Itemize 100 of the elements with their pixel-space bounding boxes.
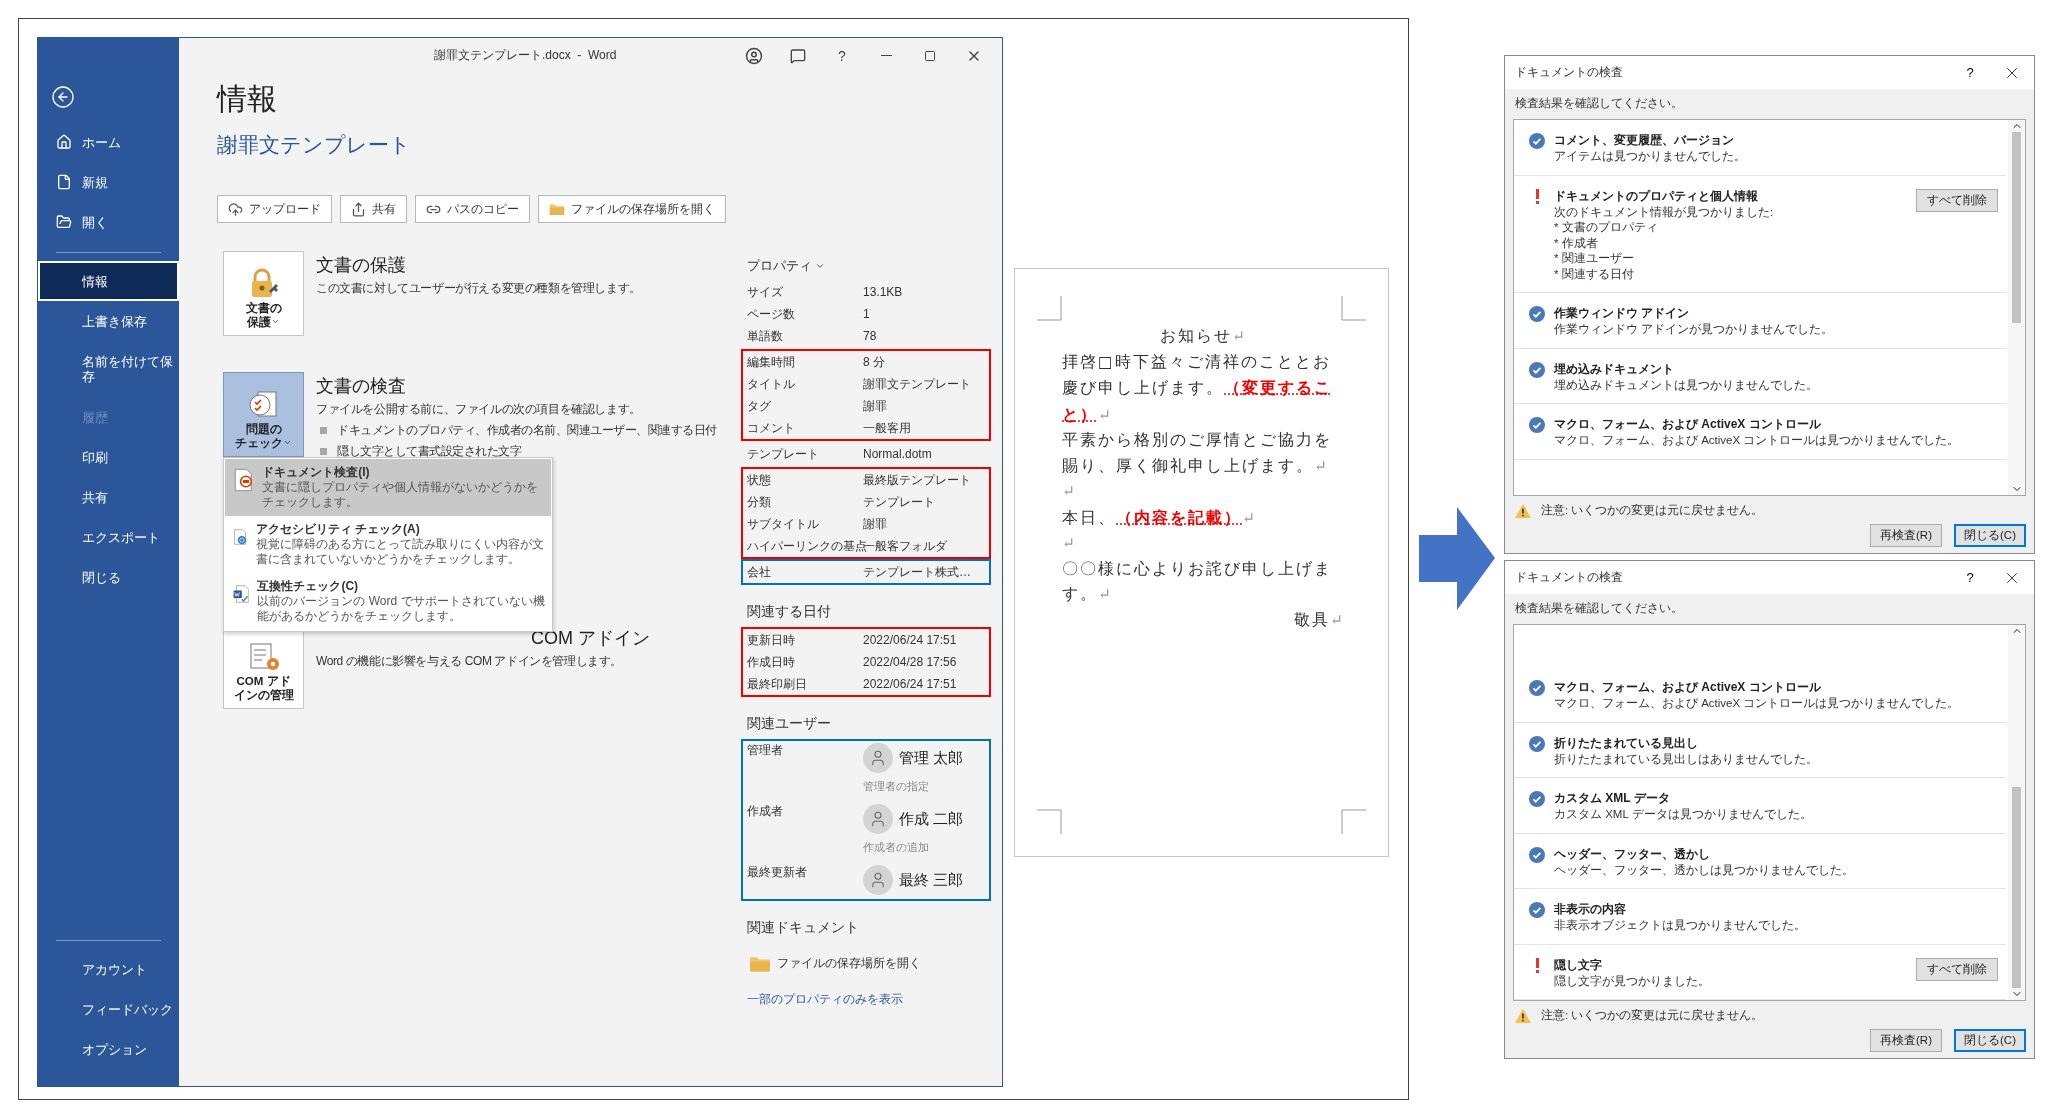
caret-icon bbox=[283, 438, 292, 447]
show-fewer-link[interactable]: 一部のプロパティのみを表示 bbox=[747, 990, 991, 1008]
sidebar-item[interactable]: 共有 bbox=[38, 477, 179, 517]
sidebar-item[interactable]: 印刷 bbox=[38, 437, 179, 477]
avatar-icon bbox=[863, 804, 893, 834]
section-description: この文書に対してユーザーが行える変更の種類を管理します。 bbox=[316, 280, 641, 297]
dialog-button[interactable]: 閉じる(C) bbox=[1954, 1029, 2026, 1052]
window-title: 謝罪文テンプレート.docx - Word bbox=[434, 47, 617, 64]
property-label: サブタイトル bbox=[746, 516, 820, 532]
user-name[interactable]: 管理 太郎 bbox=[899, 748, 964, 768]
result-title: 埋め込みドキュメント bbox=[1554, 360, 1675, 378]
document-paragraph: 拝啓□時下益々ご清祥のこととお慶び申し上げます。（変更すること）↵ bbox=[1062, 351, 1333, 426]
section-description: ファイルを公開する前に、ファイルの次の項目を確認します。 bbox=[316, 401, 642, 418]
section-description: Word の機能に影響を与える COM アドインを管理します。 bbox=[316, 653, 624, 670]
result-title: 隠し文字 bbox=[1554, 956, 1603, 974]
property-value: 2022/06/24 17:51 bbox=[863, 633, 957, 647]
result-text: * 関連する日付 bbox=[1554, 266, 1635, 282]
document-paragraph: 敬具↵ bbox=[1293, 609, 1345, 631]
action-button[interactable]: ファイルの保存場所を開く bbox=[538, 195, 726, 223]
avatar-icon bbox=[863, 743, 893, 773]
dialog-button[interactable]: 再検査(R) bbox=[1870, 524, 1942, 547]
document-paragraph: ↵ bbox=[1062, 481, 1078, 502]
sidebar-item[interactable]: 新規 bbox=[38, 162, 179, 202]
section-tile-button[interactable]: 文書の 保護 bbox=[223, 251, 304, 336]
result-title: 折りたたまれている見出し bbox=[1554, 734, 1699, 752]
section-heading: 関連する日付 bbox=[747, 603, 832, 621]
sidebar-item[interactable]: フィードバック bbox=[38, 989, 179, 1029]
minimize-icon bbox=[880, 54, 892, 57]
open-location-link[interactable]: ファイルの保存場所を開く bbox=[749, 955, 991, 973]
result-text: マクロ、フォーム、および ActiveX コントロールは見つかりませんでした。 bbox=[1554, 433, 1961, 448]
sidebar-item[interactable]: 閉じる bbox=[38, 557, 179, 597]
caret-icon bbox=[271, 317, 280, 326]
property-value: Normal.dotm bbox=[863, 447, 932, 461]
sidebar-item[interactable]: オプション bbox=[38, 1029, 179, 1069]
section-tile-button[interactable]: 問題の チェック bbox=[223, 372, 304, 457]
document-paragraph: ↵ bbox=[1062, 533, 1078, 554]
property-value: テンプレート bbox=[863, 493, 935, 511]
remove-all-button[interactable]: すべて削除 bbox=[1916, 957, 1998, 981]
properties-header[interactable]: プロパティ bbox=[747, 257, 991, 275]
user-name[interactable]: 作成 二郎 bbox=[899, 809, 964, 829]
remove-all-button[interactable]: すべて削除 bbox=[1916, 188, 1998, 212]
property-value: 1 bbox=[863, 307, 870, 321]
property-label: 管理者 bbox=[746, 743, 784, 758]
result-text: マクロ、フォーム、および ActiveX コントロールは見つかりませんでした。 bbox=[1554, 696, 1961, 711]
section-heading: 関連ユーザー bbox=[747, 715, 832, 733]
section-heading: 関連ドキュメント bbox=[747, 919, 860, 937]
help-button[interactable]: ? bbox=[1950, 64, 1990, 81]
property-label: 編集時間 bbox=[746, 354, 796, 370]
warning-text: 注意: いくつかの変更は元に戻せません。 bbox=[1541, 503, 1764, 518]
menu-item-description: 視覚に障碍のある方にとって読み取りにくい内容が文書に含まれていないかどうかをチェックします。 bbox=[255, 537, 545, 567]
help-button[interactable]: ? bbox=[1950, 569, 1990, 586]
menu-item-title: アクセシビリティ チェック(A) bbox=[255, 521, 421, 537]
dialog-prompt: 検査結果を確認してください。 bbox=[1514, 601, 1684, 616]
section-title: 文書の検査 bbox=[316, 375, 407, 398]
property-label: 状態 bbox=[746, 472, 772, 488]
result-text: * 作成者 bbox=[1554, 235, 1599, 251]
document-title: 謝罪文テンプレート bbox=[217, 132, 412, 158]
sidebar-item[interactable]: 名前を付けて保存 bbox=[38, 341, 179, 397]
dialog-prompt: 検査結果を確認してください。 bbox=[1514, 96, 1684, 111]
document-paragraph: 〇〇様に心よりお詫び申し上げます。↵ bbox=[1062, 558, 1333, 605]
sidebar-item[interactable]: アカウント bbox=[38, 949, 179, 989]
result-title: ヘッダー、フッター、透かし bbox=[1554, 845, 1711, 863]
page-heading: 情報 bbox=[217, 81, 278, 117]
scrollbar[interactable] bbox=[2008, 625, 2025, 1000]
property-label: コメント bbox=[746, 420, 796, 436]
property-label: タグ bbox=[746, 398, 772, 414]
dialog-title: ドキュメントの検査 bbox=[1515, 570, 1623, 585]
property-label: 作成日時 bbox=[746, 654, 796, 670]
bullet-icon bbox=[320, 448, 327, 455]
scrollbar[interactable] bbox=[2008, 120, 2025, 495]
user-name[interactable]: 最終 三郎 bbox=[899, 870, 964, 890]
result-title: 作業ウィンドウ アドイン bbox=[1554, 305, 1691, 322]
property-value: 謝罪文テンプレート bbox=[863, 375, 971, 393]
folder-icon bbox=[56, 214, 72, 230]
result-text: 非表示オブジェクトは見つかりませんでした。 bbox=[1554, 918, 1807, 933]
help-button[interactable]: ? bbox=[820, 40, 864, 71]
property-value: 2022/04/28 17:56 bbox=[863, 655, 957, 669]
sidebar-item[interactable]: ホーム bbox=[38, 122, 179, 162]
sidebar-item[interactable]: 情報 bbox=[38, 261, 179, 301]
property-value: テンプレート株式… bbox=[863, 563, 971, 581]
action-button[interactable]: 共有 bbox=[340, 195, 407, 223]
result-title: ドキュメントのプロパティと個人情報 bbox=[1554, 187, 1759, 205]
sidebar-item[interactable]: エクスポート bbox=[38, 517, 179, 557]
action-button[interactable]: パスのコピー bbox=[415, 195, 530, 223]
menu-item[interactable]: ドキュメント検査(I) 文書に隠しプロパティや個人情報がないかどうかをチェックします。 bbox=[225, 459, 551, 516]
result-text: * 関連ユーザー bbox=[1554, 251, 1635, 266]
property-label: 更新日時 bbox=[746, 632, 796, 648]
right-arrow-icon bbox=[1419, 507, 1495, 610]
sidebar-item[interactable]: 上書き保存 bbox=[38, 301, 179, 341]
result-text: 次のドキュメント情報が見つかりました: bbox=[1554, 204, 1775, 220]
sidebar-item[interactable]: 開く bbox=[38, 202, 179, 242]
property-value: 一般客用 bbox=[863, 419, 911, 437]
dialog-button[interactable]: 再検査(R) bbox=[1870, 1029, 1942, 1052]
property-label: ページ数 bbox=[746, 306, 796, 322]
action-button[interactable]: アップロード bbox=[217, 195, 332, 223]
warning-text: 注意: いくつかの変更は元に戻せません。 bbox=[1541, 1008, 1764, 1023]
property-label: 作成者 bbox=[746, 804, 784, 819]
property-label: タイトル bbox=[746, 376, 796, 392]
dialog-button[interactable]: 閉じる(C) bbox=[1954, 524, 2026, 547]
property-label: 分類 bbox=[746, 494, 772, 510]
